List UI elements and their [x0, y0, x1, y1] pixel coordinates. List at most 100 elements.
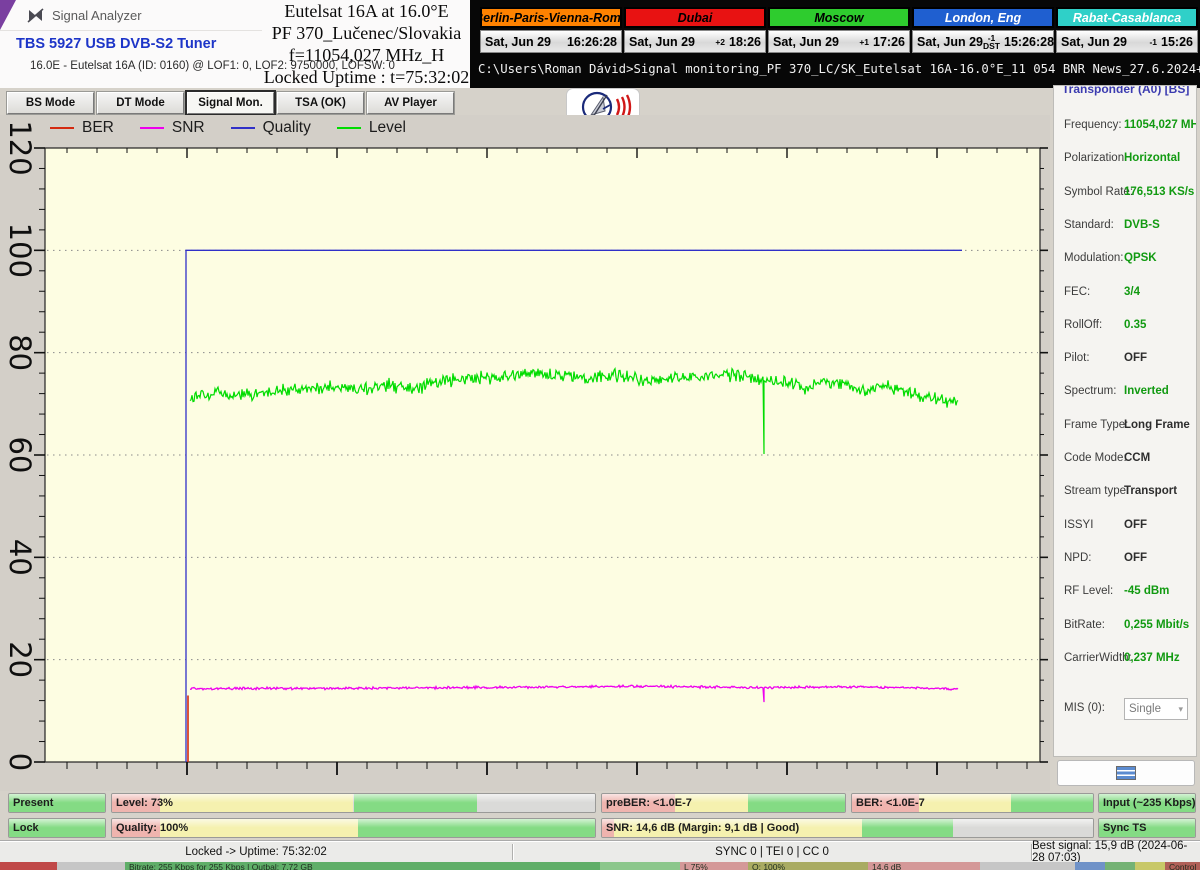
field-label: Standard:: [1064, 219, 1114, 231]
transponder-row-modulation: Modulation:QPSK: [1054, 252, 1196, 269]
transponder-panel: Transponder (A0) [BS] Frequency:11054,02…: [1053, 85, 1197, 757]
field-label: Stream type:: [1064, 485, 1129, 497]
transponder-row-symbol-rate: Symbol Rate:176,513 KS/s: [1054, 186, 1196, 203]
field-label: BitRate:: [1064, 619, 1105, 631]
panel-footer-button[interactable]: [1057, 760, 1195, 786]
signal-chart: 020406080100120: [0, 115, 1050, 791]
transponder-row-fec: FEC: 3/4: [1054, 286, 1196, 303]
clock-time-row: Sat, Jun 29-1DST15:26:28: [912, 30, 1054, 53]
strip-segment: Bitrate: 255 Kbps for 255 Kbps | Outbal:…: [125, 862, 600, 870]
transponder-row-carrierwidth: CarrierWidth:0,237 MHz: [1054, 652, 1196, 669]
field-label: Code Mode:: [1064, 452, 1127, 464]
transponder-row-frequency: Frequency:11054,027 MHz: [1054, 119, 1196, 136]
transponder-row-spectrum: Spectrum:Inverted: [1054, 385, 1196, 402]
mis-select[interactable]: Single▾: [1124, 698, 1188, 720]
signal-mon-tab[interactable]: Signal Mon.: [187, 92, 274, 114]
field-label: Pilot:: [1064, 352, 1090, 364]
field-value: Horizontal: [1124, 152, 1180, 164]
field-label: Frame Type:: [1064, 419, 1128, 431]
field-value: 176,513 KS/s: [1124, 186, 1194, 198]
clock-offset: +2: [715, 38, 725, 46]
clock-time-row: Sat, Jun 29+218:26: [624, 30, 766, 53]
field-value: 0,237 MHz: [1124, 652, 1180, 664]
status-bar-present: Present: [8, 793, 106, 813]
status-bar-ber: BER: <1.0E-7: [851, 793, 1094, 813]
dt-mode-button[interactable]: DT Mode: [97, 92, 184, 114]
strip-segment: Q: 100%: [748, 862, 868, 870]
svg-text:0: 0: [3, 753, 37, 771]
status-bar-lock: Lock: [8, 818, 106, 838]
strip-segment: [0, 862, 57, 870]
app-icon: [27, 7, 44, 24]
field-value: OFF: [1124, 552, 1147, 564]
clock-city-label: Dubai: [624, 7, 766, 28]
transponder-row-pilot: Pilot: OFF: [1054, 352, 1196, 369]
background-app-strip: Bitrate: 255 Kbps for 255 Kbps | Outbal:…: [0, 862, 1200, 870]
clock-time-row: Sat, Jun 29+117:26: [768, 30, 910, 53]
clock-city-label: Rabat-Casablanca: [1056, 7, 1198, 28]
transponder-row-mis: MIS (0):Single▾: [1054, 702, 1196, 719]
svg-text:100: 100: [3, 223, 37, 278]
annotation-line4: Locked Uptime : t=75:32:02: [263, 66, 470, 88]
signal-chart-widget: BERSNRQualityLevel 020406080100120: [0, 115, 1050, 791]
transponder-row-rf-level: RF Level:-45 dBm: [1054, 585, 1196, 602]
transponder-row-polarization: Polarization:Horizontal: [1054, 152, 1196, 169]
divider: [0, 30, 262, 31]
field-value: 0,255 Mbit/s: [1124, 619, 1189, 631]
svg-text:60: 60: [3, 437, 37, 474]
svg-text:40: 40: [3, 539, 37, 576]
strip-segment: Control: [1165, 862, 1200, 870]
field-label: RollOff:: [1064, 319, 1102, 331]
mode-toolbar: BS Mode DT Mode Signal Mon. TSA (OK) AV …: [7, 92, 454, 114]
strip-segment: [1105, 862, 1135, 870]
status-bar-input-235-kbps: Input (~235 Kbps): [1098, 793, 1196, 813]
clock-rabat-casablanca: Rabat-CasablancaSat, Jun 29-115:26: [1056, 7, 1198, 53]
field-value: OFF: [1124, 352, 1147, 364]
window-title: Signal Analyzer: [52, 8, 142, 23]
clock-dubai: DubaiSat, Jun 29+218:26: [624, 7, 766, 53]
status-sync: SYNC 0 | TEI 0 | CC 0: [513, 842, 1031, 862]
world-clocks: Berlin-Paris-Vienna-RomaSat, Jun 2916:26…: [480, 7, 1200, 53]
bs-mode-button[interactable]: BS Mode: [7, 92, 94, 114]
field-label: Symbol Rate:: [1064, 186, 1133, 198]
clock-city-label: Moscow: [768, 7, 910, 28]
status-bar-quality: Quality: 100%: [111, 818, 596, 838]
status-bar-label: SNR: 14,6 dB (Margin: 9,1 dB | Good): [606, 819, 799, 837]
clock-offset: +1: [859, 38, 869, 46]
status-bar-label: Input (~235 Kbps): [1103, 794, 1196, 812]
clock-city-label: London, Eng: [912, 7, 1054, 28]
status-bar-label: BER: <1.0E-7: [856, 794, 925, 812]
field-value: CCM: [1124, 452, 1150, 464]
field-value: QPSK: [1124, 252, 1157, 264]
transponder-row-rolloff: RollOff: 0.35: [1054, 319, 1196, 336]
tsa-button[interactable]: TSA (OK): [277, 92, 364, 114]
status-bar-label: preBER: <1.0E-7: [606, 794, 692, 812]
transponder-row-issyi: ISSYIOFF: [1054, 519, 1196, 536]
status-bar-label: Quality: 100%: [116, 819, 188, 837]
status-line: Locked -> Uptime: 75:32:02 SYNC 0 | TEI …: [0, 841, 1200, 862]
status-bar-label: Level: 73%: [116, 794, 173, 812]
clock-city-label: Berlin-Paris-Vienna-Roma: [480, 7, 622, 28]
field-value: 0.35: [1124, 319, 1146, 331]
av-player-button[interactable]: AV Player: [367, 92, 454, 114]
status-bar-sync-ts: Sync TS: [1098, 818, 1196, 838]
status-uptime: Locked -> Uptime: 75:32:02: [0, 842, 512, 862]
field-value: Transport: [1124, 485, 1177, 497]
transponder-row-frame-type: Frame Type:Long Frame: [1054, 419, 1196, 436]
field-value: -45 dBm: [1124, 585, 1169, 597]
field-label: MIS (0):: [1064, 702, 1105, 714]
transponder-panel-header: Transponder (A0) [BS]: [1062, 85, 1189, 96]
transponder-row-code-mode: Code Mode:CCM: [1054, 452, 1196, 469]
strip-segment: [57, 862, 125, 870]
field-value: 3/4: [1124, 286, 1140, 298]
clock-time-row: Sat, Jun 2916:26:28: [480, 30, 622, 53]
annotation-line3: f=11054,027 MHz_H: [263, 44, 470, 66]
field-value: Inverted: [1124, 385, 1169, 397]
status-bar-label: Present: [13, 794, 53, 812]
field-label: NPD:: [1064, 552, 1091, 564]
field-label: FEC:: [1064, 286, 1090, 298]
clock-offset: -1: [1149, 38, 1157, 46]
field-label: ISSYI: [1064, 519, 1093, 531]
status-bar-snr: SNR: 14,6 dB (Margin: 9,1 dB | Good): [601, 818, 1094, 838]
svg-text:120: 120: [3, 120, 37, 175]
